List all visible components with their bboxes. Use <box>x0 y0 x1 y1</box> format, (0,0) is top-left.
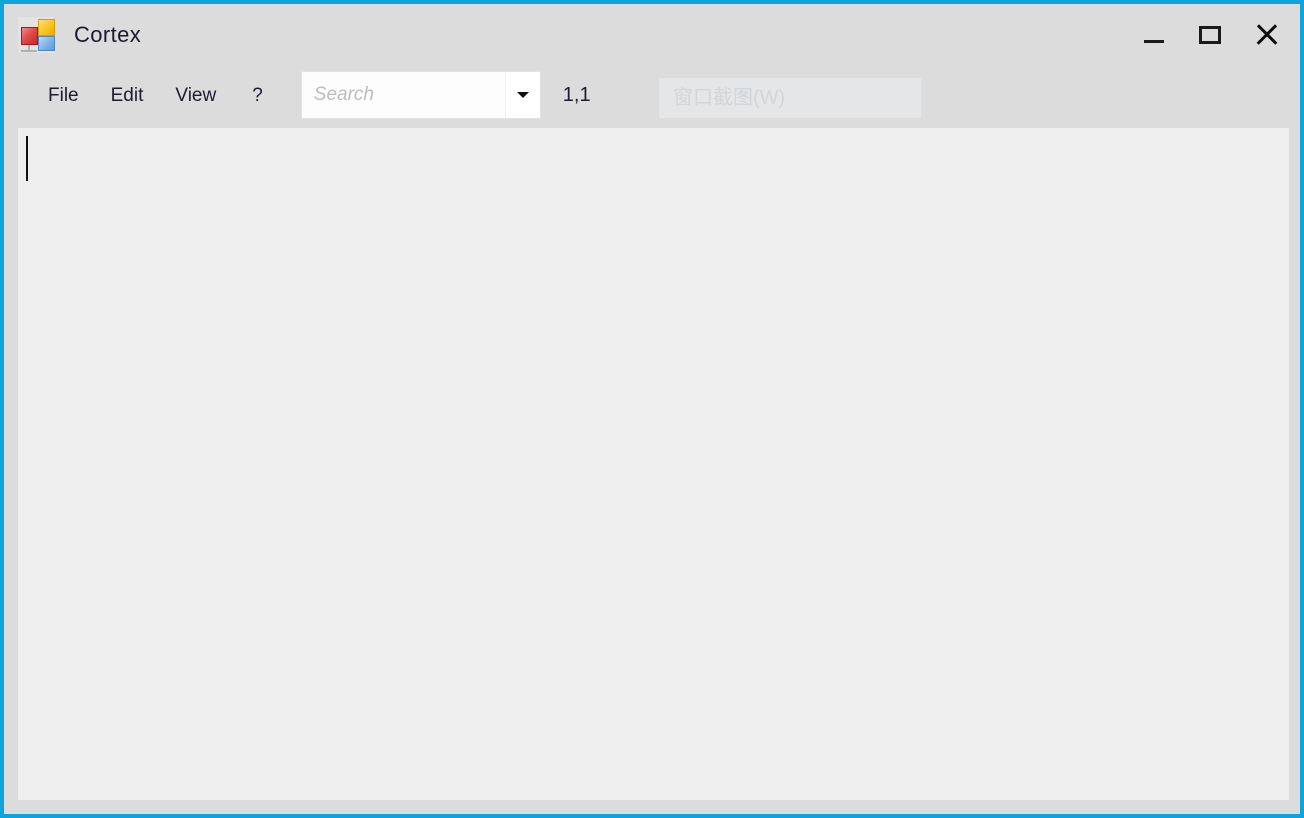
menu-bar: File Edit View ? 1,1 窗口截图(W) <box>4 66 1300 124</box>
app-icon-yellow-block <box>38 19 55 36</box>
minimize-icon <box>1144 39 1164 43</box>
app-icon-red-block <box>21 27 38 45</box>
title-bar: Cortex <box>4 4 1300 66</box>
ghost-menu-label: 窗口截图(W) <box>673 87 786 109</box>
minimize-button[interactable] <box>1126 11 1182 59</box>
cortex-app-icon <box>16 15 56 55</box>
close-icon <box>1254 23 1278 47</box>
text-editor-area[interactable] <box>18 128 1289 800</box>
application-window: Cortex File Edit View ? 1,1 窗口截图(W) <box>0 0 1304 818</box>
window-controls <box>1126 4 1294 66</box>
menu-item-help[interactable]: ? <box>242 82 273 109</box>
app-icon-base <box>21 50 37 52</box>
maximize-button[interactable] <box>1182 11 1238 59</box>
search-combobox[interactable] <box>300 71 541 119</box>
ghost-menu-panel[interactable]: 窗口截图(W) <box>659 78 921 118</box>
text-caret <box>26 136 28 181</box>
menu-item-file[interactable]: File <box>38 82 89 109</box>
menu-item-view[interactable]: View <box>165 82 226 109</box>
close-button[interactable] <box>1238 11 1294 59</box>
editor-container <box>4 124 1300 814</box>
window-title: Cortex <box>74 22 142 47</box>
app-icon-blue-block <box>38 36 55 51</box>
maximize-icon <box>1199 26 1221 44</box>
menu-item-edit[interactable]: Edit <box>101 82 154 109</box>
chevron-down-glyph <box>516 92 529 98</box>
cursor-position-indicator: 1,1 <box>562 84 591 106</box>
chevron-down-icon[interactable] <box>504 72 540 118</box>
